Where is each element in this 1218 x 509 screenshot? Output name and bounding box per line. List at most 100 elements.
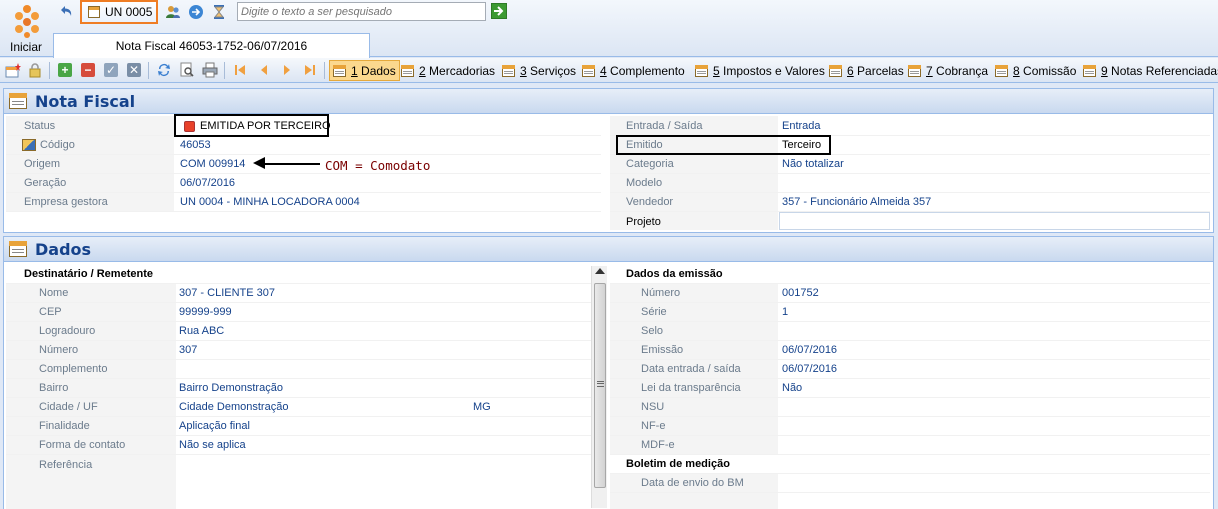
annotation-text: COM = Comodato bbox=[325, 158, 431, 173]
check-icon: ✓ bbox=[104, 63, 118, 77]
search-go-button[interactable] bbox=[491, 3, 507, 19]
next-record-button[interactable] bbox=[279, 62, 295, 78]
tab-parcelas[interactable]: 6 Parcelas bbox=[829, 60, 904, 81]
preview-button[interactable] bbox=[179, 62, 195, 78]
serie-value[interactable]: 1 bbox=[782, 306, 788, 318]
search-input[interactable] bbox=[237, 2, 486, 21]
refresh-button[interactable] bbox=[156, 62, 172, 78]
printer-icon bbox=[202, 62, 218, 78]
tab-mercadorias[interactable]: 2 Mercadorias bbox=[401, 60, 495, 81]
tab-nota-fiscal[interactable]: Nota Fiscal 46053-1752-06/07/2016 bbox=[53, 33, 370, 58]
new-record-button[interactable] bbox=[5, 62, 21, 78]
field-label: Nome bbox=[39, 287, 69, 299]
cep-value[interactable]: 99999-999 bbox=[179, 306, 232, 318]
field-empresa-gestora: Empresa gestora UN 0004 - MINHA LOCADORA… bbox=[6, 193, 601, 212]
emissao-numero-value[interactable]: 001752 bbox=[782, 287, 819, 299]
field-label: Status bbox=[24, 120, 56, 132]
field-label: Selo bbox=[641, 325, 664, 337]
highlight-box-emitido bbox=[616, 135, 831, 155]
scroll-thumb[interactable] bbox=[594, 283, 606, 488]
categoria-value[interactable]: Não totalizar bbox=[782, 158, 844, 170]
field-cidade-uf: Cidade / UF Cidade Demonstração MG bbox=[6, 398, 591, 417]
field-label: Categoria bbox=[626, 158, 674, 170]
table-icon bbox=[908, 64, 923, 78]
dados-title: Dados bbox=[35, 239, 92, 259]
logradouro-value[interactable]: Rua ABC bbox=[179, 325, 224, 337]
data-entrada-saida-value[interactable]: 06/07/2016 bbox=[782, 363, 837, 375]
print-button[interactable] bbox=[202, 62, 218, 78]
emissao-value[interactable]: 06/07/2016 bbox=[782, 344, 837, 356]
entrada-saida-value[interactable]: Entrada bbox=[782, 120, 821, 132]
dados-scrollbar[interactable] bbox=[591, 266, 607, 508]
preview-icon bbox=[180, 62, 194, 77]
confirm-button[interactable]: ✓ bbox=[103, 62, 119, 78]
field-label: Bairro bbox=[39, 382, 69, 394]
geracao-value: 06/07/2016 bbox=[180, 177, 236, 189]
bairro-value[interactable]: Bairro Demonstração bbox=[179, 382, 283, 394]
field-geracao: Geração 06/07/2016 bbox=[6, 174, 601, 193]
toolbar: + − ✓ ✕ 1 Dados 2 Mercadorias 3 Serviços… bbox=[0, 58, 1218, 83]
prev-record-button[interactable] bbox=[256, 62, 272, 78]
field-nsu: NSU bbox=[610, 398, 1210, 417]
field-complemento: Complemento bbox=[6, 360, 591, 379]
first-record-button[interactable] bbox=[232, 62, 248, 78]
origem-value[interactable]: COM 009914 bbox=[180, 158, 245, 170]
arrow-right-icon bbox=[494, 6, 504, 16]
numero-value[interactable]: 307 bbox=[179, 344, 197, 356]
cancel-button[interactable]: ✕ bbox=[126, 62, 142, 78]
new-record-icon bbox=[5, 63, 21, 78]
nome-value[interactable]: 307 - CLIENTE 307 bbox=[179, 287, 275, 299]
table-icon bbox=[333, 64, 348, 78]
lock-icon bbox=[29, 63, 41, 78]
uf-value[interactable]: MG bbox=[473, 401, 491, 413]
field-label: Modelo bbox=[626, 177, 663, 189]
field-serie: Série 1 bbox=[610, 303, 1210, 322]
forma-contato-value[interactable]: Não se aplica bbox=[179, 439, 246, 451]
start-label: Iniciar bbox=[9, 40, 42, 54]
undo-button[interactable] bbox=[56, 2, 76, 21]
finalidade-value[interactable]: Aplicação final bbox=[179, 420, 250, 432]
field-label: Entrada / Saída bbox=[626, 120, 703, 132]
start-button[interactable]: Iniciar bbox=[2, 2, 50, 54]
field-label: Lei da transparência bbox=[641, 382, 741, 394]
lei-transparencia-value[interactable]: Não bbox=[782, 382, 802, 394]
tab-servicos[interactable]: 3 Serviços bbox=[502, 60, 576, 81]
scroll-up-icon[interactable] bbox=[595, 268, 605, 274]
table-icon bbox=[9, 240, 29, 258]
add-button[interactable]: + bbox=[57, 62, 73, 78]
tab-dados[interactable]: 1 Dados bbox=[329, 60, 400, 81]
field-label: Origem bbox=[24, 158, 61, 170]
field-label: NSU bbox=[641, 401, 665, 413]
grip-icon bbox=[597, 381, 604, 387]
close-icon: ✕ bbox=[127, 63, 141, 77]
field-label: Complemento bbox=[39, 363, 108, 375]
field-label: Referência bbox=[39, 458, 93, 471]
grip-line bbox=[597, 383, 604, 384]
tab-cobranca[interactable]: 7 Cobrança bbox=[908, 60, 988, 81]
exit-button[interactable] bbox=[186, 2, 206, 21]
tab-impostos-valores[interactable]: 5 Impostos e Valores bbox=[695, 60, 825, 81]
empresa-gestora-value[interactable]: UN 0004 - MINHA LOCADORA 0004 bbox=[180, 196, 360, 208]
table-icon bbox=[582, 64, 597, 78]
field-data-envio-bm: Data de envio do BM bbox=[610, 474, 1210, 493]
last-record-button[interactable] bbox=[302, 62, 318, 78]
field-label: Número bbox=[39, 344, 79, 356]
tab-notas-referenciadas[interactable]: 9 Notas Referenciadas bbox=[1083, 60, 1218, 81]
tab-comissao[interactable]: 8 Comissão bbox=[995, 60, 1076, 81]
hourglass-button[interactable] bbox=[209, 2, 229, 21]
tab-complemento[interactable]: 4 Complemento bbox=[582, 60, 685, 81]
lock-button[interactable] bbox=[27, 62, 43, 78]
cidade-value[interactable]: Cidade Demonstração bbox=[179, 401, 288, 413]
users-button[interactable] bbox=[163, 2, 183, 21]
unit-selector-button[interactable]: UN 0005 bbox=[80, 0, 158, 24]
field-finalidade: Finalidade Aplicação final bbox=[6, 417, 591, 436]
field-entrada-saida: Entrada / Saída Entrada bbox=[610, 117, 1210, 136]
plus-icon: + bbox=[58, 63, 72, 77]
edit-icon bbox=[22, 139, 36, 151]
vendedor-value[interactable]: 357 - Funcionário Almeida 357 bbox=[782, 196, 931, 208]
section-destinatario: Destinatário / Remetente bbox=[6, 265, 591, 284]
field-label: Geração bbox=[24, 177, 67, 189]
projeto-input[interactable] bbox=[779, 212, 1210, 230]
remove-button[interactable]: − bbox=[80, 62, 96, 78]
section-title: Destinatário / Remetente bbox=[24, 268, 153, 280]
